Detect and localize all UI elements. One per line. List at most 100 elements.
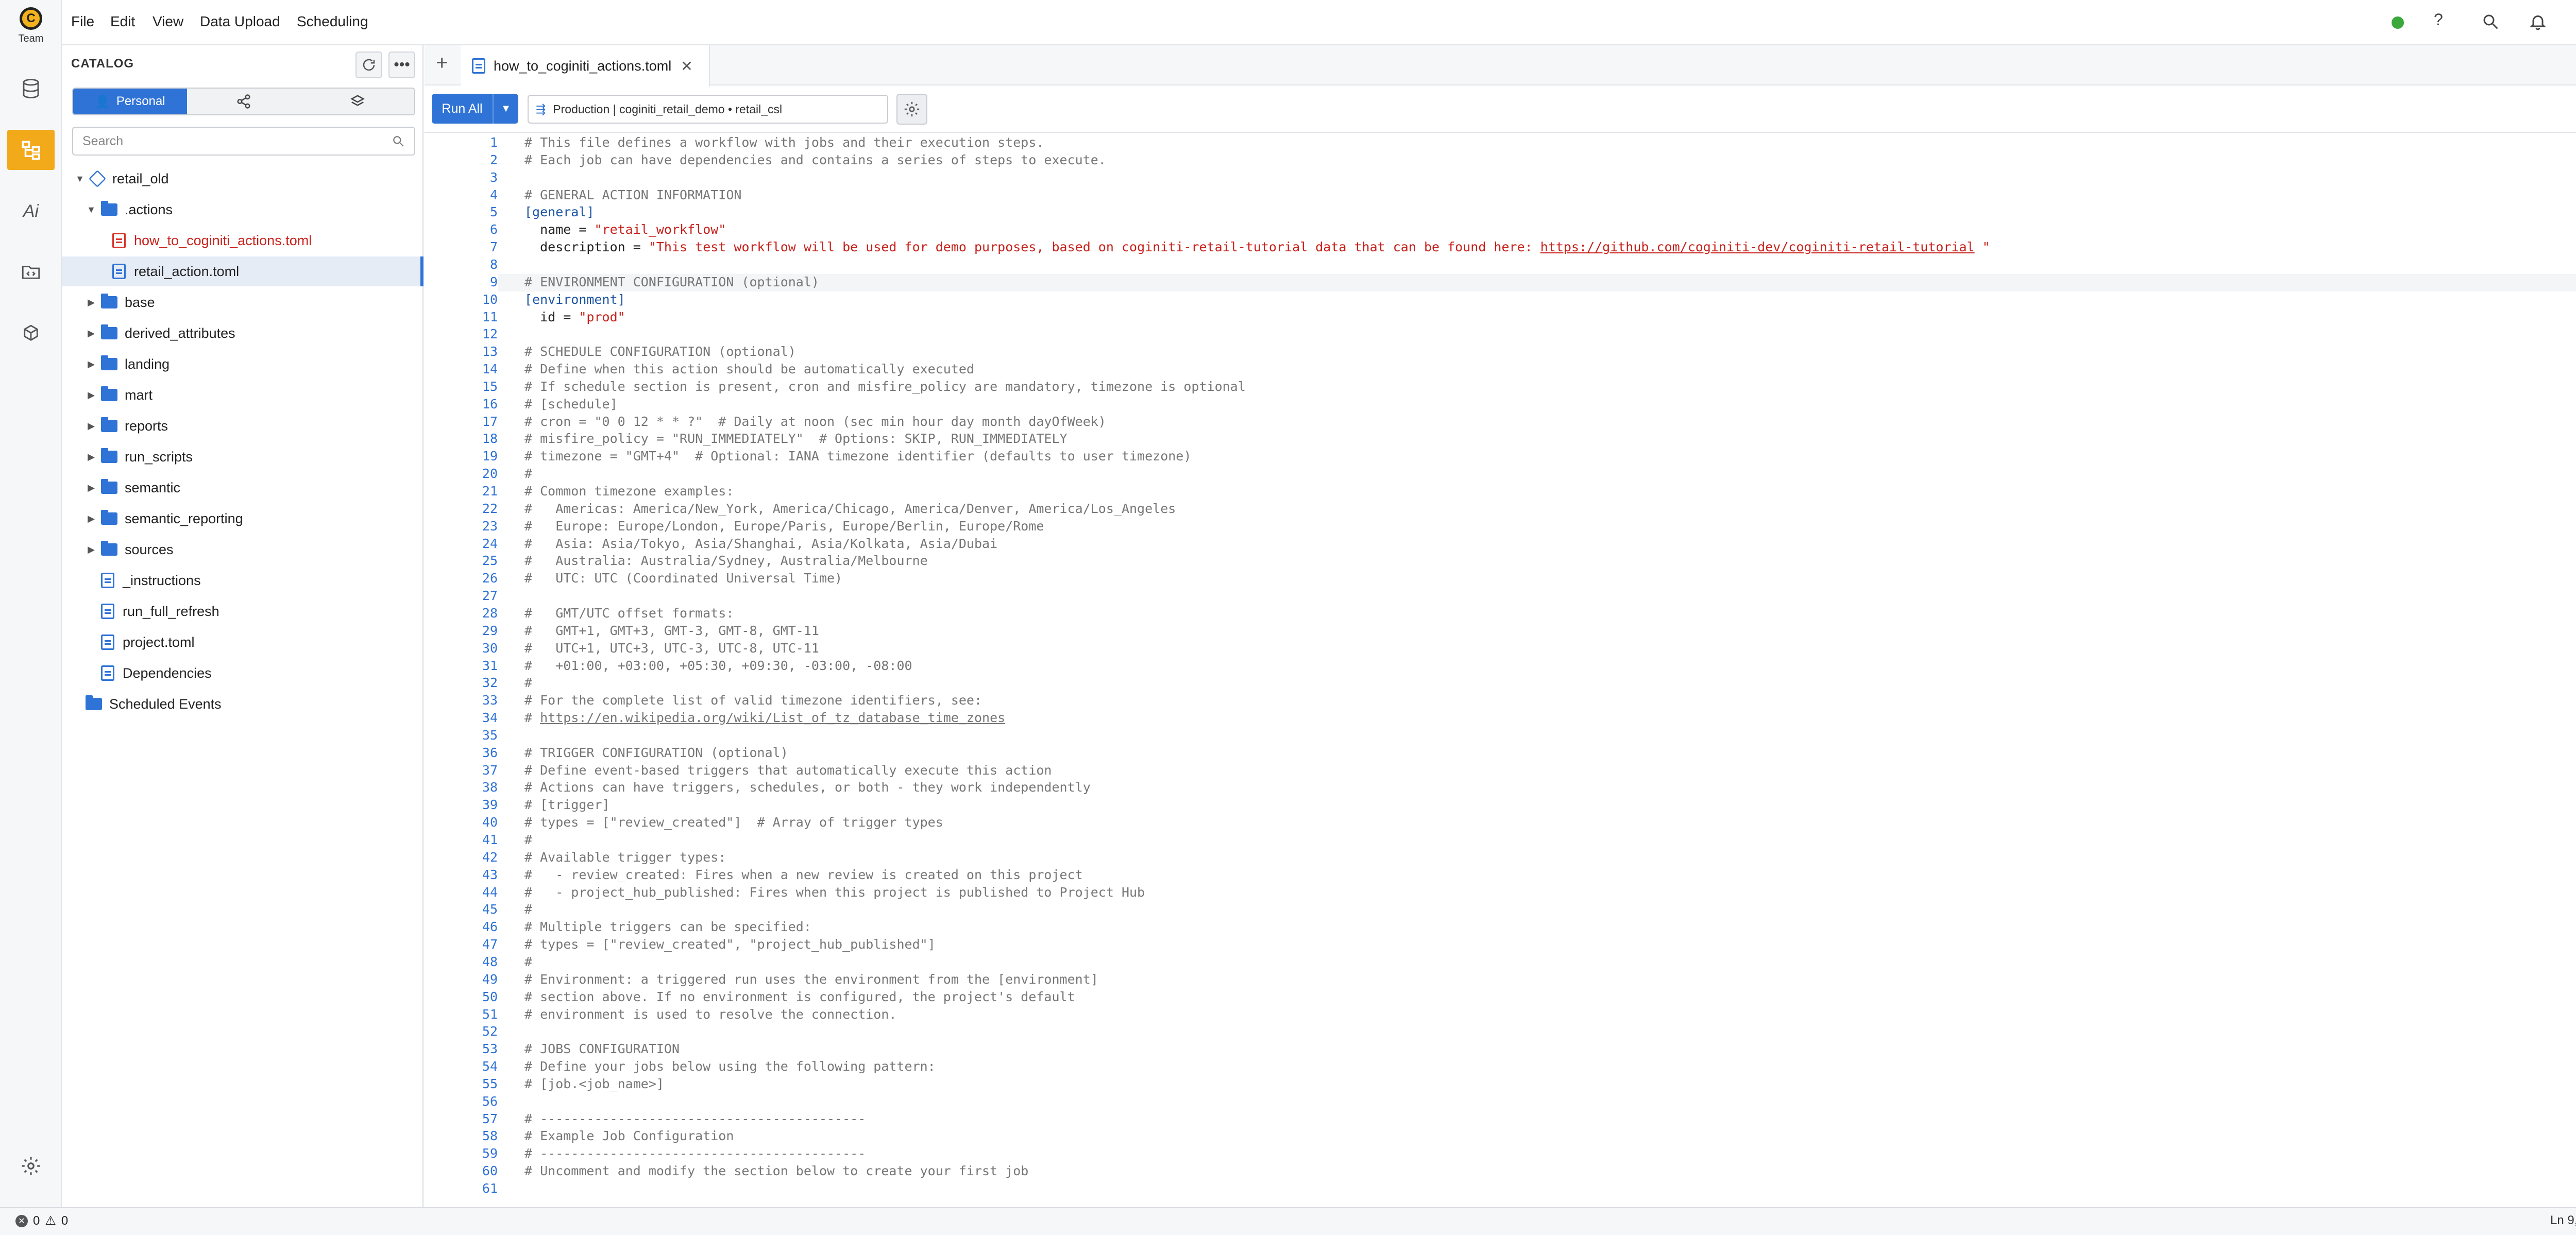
database-icon[interactable] — [15, 73, 46, 104]
line-number: 32 — [482, 675, 498, 691]
run-options-chevron-icon[interactable]: ▼ — [493, 94, 518, 124]
line-number: 54 — [482, 1059, 498, 1074]
tree-item-sources[interactable]: ▶ sources — [62, 535, 423, 564]
line-number: 35 — [482, 727, 498, 743]
line-number: 53 — [482, 1041, 498, 1057]
tree-item-landing[interactable]: ▶ landing — [62, 349, 423, 379]
settings-icon[interactable] — [15, 1151, 46, 1181]
tab-layers[interactable] — [300, 89, 414, 114]
layers-icon — [350, 95, 365, 106]
menu-data-upload[interactable]: Data Upload — [200, 13, 280, 30]
line-number: 12 — [482, 327, 498, 342]
code-line: # [job.<job_name>] — [524, 1076, 664, 1091]
refresh-button[interactable] — [355, 52, 382, 78]
bell-icon[interactable] — [2529, 12, 2547, 33]
close-icon[interactable]: ✕ — [681, 58, 692, 75]
tree-item-project-toml[interactable]: project.toml — [62, 627, 423, 657]
tree-item-reports[interactable]: ▶ reports — [62, 411, 423, 441]
line-number: 61 — [482, 1181, 498, 1196]
line-number: 22 — [482, 501, 498, 516]
tree-item-run-scripts[interactable]: ▶ run_scripts — [62, 442, 423, 472]
menu-view[interactable]: View — [152, 13, 183, 30]
code-line: # https://en.wikipedia.org/wiki/List_of_… — [524, 710, 1006, 726]
search-field-icon — [393, 136, 404, 147]
search-placeholder: Search — [82, 133, 124, 148]
code-line: # Define your jobs below using the follo… — [524, 1059, 936, 1074]
line-number: 5 — [489, 204, 498, 220]
connection-selector[interactable]: ⇶ Production | coginiti_retail_demo • ret… — [528, 95, 888, 124]
line-number: 58 — [482, 1128, 498, 1144]
tree-item-retail-old[interactable]: ▼ retail_old — [62, 164, 423, 194]
tree-item-scheduled-events[interactable]: Scheduled Events — [62, 689, 423, 719]
help-icon[interactable]: ? — [2434, 10, 2443, 29]
cubes-icon[interactable] — [15, 318, 46, 349]
folder-code-icon[interactable] — [15, 256, 46, 287]
tab-personal-label: Personal — [116, 94, 165, 108]
run-all-button[interactable]: Run All ▼ — [432, 94, 518, 124]
tree-item-actions[interactable]: ▼ .actions — [62, 195, 423, 225]
new-tab-button[interactable]: + — [436, 52, 448, 75]
line-number: 16 — [482, 396, 498, 411]
tree-item-mart[interactable]: ▶ mart — [62, 380, 423, 410]
code-line: # — [524, 675, 533, 691]
code-line: # --------------------------------------… — [524, 1146, 866, 1161]
cursor-position: Ln 9, Col 39 — [2550, 1213, 2576, 1227]
line-number: 37 — [482, 762, 498, 778]
editor-settings-button[interactable] — [896, 94, 927, 125]
menu-scheduling[interactable]: Scheduling — [297, 13, 368, 30]
line-number: 27 — [482, 588, 498, 604]
code-line: # +01:00, +03:00, +05:30, +09:30, -03:00… — [524, 658, 912, 673]
ai-icon[interactable]: Ai — [15, 196, 46, 227]
folder-icon — [101, 448, 117, 463]
left-rail — [0, 0, 62, 1207]
catalog-tree-icon[interactable] — [7, 130, 55, 170]
tree-item-derived-attributes[interactable]: ▶ derived_attributes — [62, 318, 423, 348]
catalog-search-input[interactable]: Search — [72, 127, 415, 156]
personal-icon: 👤 — [95, 94, 110, 109]
code-line: # SCHEDULE CONFIGURATION (optional) — [524, 344, 796, 359]
code-line: # Available trigger types: — [524, 849, 726, 865]
code-line: # --------------------------------------… — [524, 1111, 866, 1126]
line-number: 29 — [482, 623, 498, 638]
line-number: 2 — [489, 152, 498, 167]
line-number: 51 — [482, 1006, 498, 1022]
code-line: # Common timezone examples: — [524, 484, 734, 499]
code-line: description = "This test workflow will b… — [524, 239, 1990, 255]
menu-edit[interactable]: Edit — [110, 13, 135, 30]
tree-item-retail-action[interactable]: retail_action.toml — [62, 256, 423, 286]
tree-item-run-full-refresh[interactable]: run_full_refresh — [62, 596, 423, 626]
tree-item-instructions[interactable]: _instructions — [62, 565, 423, 595]
toml-file-icon — [112, 233, 126, 248]
tree-item-semantic-reporting[interactable]: ▶ semantic_reporting — [62, 504, 423, 534]
tab-shared[interactable] — [187, 89, 301, 114]
tab-how-to-coginiti-actions[interactable]: how_to_coginiti_actions.toml ✕ — [461, 45, 710, 87]
code-line: name = "retail_workflow" — [524, 222, 726, 237]
line-number: 15 — [482, 379, 498, 394]
menu-file[interactable]: File — [71, 13, 94, 30]
code-line: # types = ["review_created"] # Array of … — [524, 815, 943, 830]
code-line: # ENVIRONMENT CONFIGURATION (optional) — [524, 274, 819, 289]
line-number: 39 — [482, 797, 498, 813]
folder-icon — [101, 479, 117, 494]
tree-item-semantic[interactable]: ▶ semantic — [62, 473, 423, 503]
search-icon[interactable] — [2481, 12, 2500, 33]
folder-icon — [86, 695, 102, 710]
line-number: 10 — [482, 291, 498, 307]
menu-bar — [62, 0, 2576, 45]
connection-status-dot — [2392, 16, 2404, 29]
line-number: 21 — [482, 484, 498, 499]
tree-item-dependencies[interactable]: Dependencies — [62, 658, 423, 688]
more-button[interactable]: ••• — [388, 52, 415, 78]
problems-indicator[interactable]: ✕ 0 ⚠ 0 — [15, 1213, 68, 1228]
line-number: 45 — [482, 902, 498, 917]
tree-item-how-to-coginiti-actions[interactable]: how_to_coginiti_actions.toml — [62, 226, 423, 255]
tree-item-base[interactable]: ▶ base — [62, 287, 423, 317]
code-line: # UTC: UTC (Coordinated Universal Time) — [524, 571, 843, 586]
line-number: 33 — [482, 693, 498, 708]
coginiti-logo[interactable]: C — [20, 7, 42, 30]
tab-personal[interactable]: 👤 Personal — [73, 89, 187, 114]
line-number: 8 — [489, 256, 498, 272]
code-line: # UTC+1, UTC+3, UTC-3, UTC-8, UTC-11 — [524, 640, 819, 656]
project-icon — [89, 170, 106, 187]
folder-icon — [101, 294, 117, 308]
